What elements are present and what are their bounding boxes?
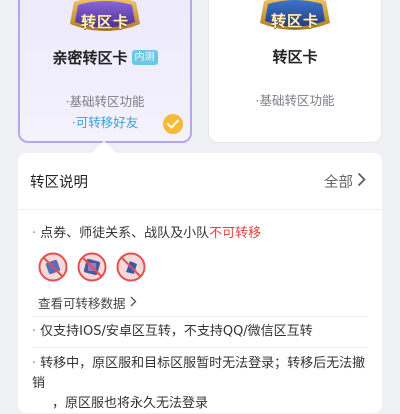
list-item: · 点券、师徒关系、战队及小队不可转移: [32, 226, 262, 241]
feature-basic: ·基础转区功能: [255, 93, 335, 108]
transfer-card[interactable]: 转区卡 转区卡 ·基础转区功能: [208, 0, 382, 143]
divider: [32, 316, 368, 317]
feature-basic: ·基础转区功能: [65, 94, 145, 109]
list-item: · 转移中，原区服和目标区服暂时无法登录；转移后无法撤销 ，原区服也将永久无法登录: [32, 354, 368, 414]
badge-text: 转区卡: [80, 13, 129, 31]
list-item: · 仅支持IOS/安卓区互转，不支持QQ/微信区互转: [32, 324, 313, 339]
item-text-continued: ，原区服也将永久无法登录: [52, 396, 209, 411]
view-all-button[interactable]: 全部: [324, 171, 366, 192]
divider: [32, 347, 368, 348]
beta-tag: 内测: [131, 50, 158, 65]
badge-text: 转区卡: [270, 12, 319, 30]
intimate-transfer-card[interactable]: 转区卡 亲密转区卡 内测 ·基础转区功能 ·可转移好友: [18, 0, 192, 143]
view-transferable-data-link[interactable]: 查看可转移数据: [38, 293, 137, 312]
card-title: 亲密转区卡: [52, 49, 128, 67]
team-icon: [116, 252, 146, 282]
item-text: 仅支持IOS/安卓区互转，不支持QQ/微信区互转: [40, 324, 313, 339]
non-transferable-icons: [38, 252, 146, 282]
card-title: 转区卡: [272, 48, 318, 66]
mentor-icon: [77, 252, 107, 282]
transfer-card-badge-icon: 转区卡: [256, 0, 334, 35]
view-link-label: 查看可转移数据: [38, 296, 126, 311]
selection-pointer: [92, 141, 116, 153]
selected-check-icon: [163, 114, 183, 134]
panel-header: 转区说明 全部: [18, 153, 382, 210]
item-text: 转移中，原区服和目标区服暂时无法登录；转移后无法撤销: [32, 356, 366, 391]
transfer-description-panel: 转区说明 全部 · 点券、师徒关系、战队及小队不可转移 查看可转移数据 · 仅支…: [18, 153, 382, 413]
panel-title: 转区说明: [30, 175, 88, 191]
transfer-card-badge-icon: 转区卡: [66, 0, 144, 36]
item-warning: 不可转移: [209, 226, 262, 241]
chevron-right-icon: [357, 172, 366, 191]
chevron-right-icon: [130, 295, 137, 310]
ticket-icon: [38, 252, 68, 282]
item-text: 点券、师徒关系、战队及小队: [40, 226, 210, 241]
view-all-label: 全部: [324, 175, 353, 191]
